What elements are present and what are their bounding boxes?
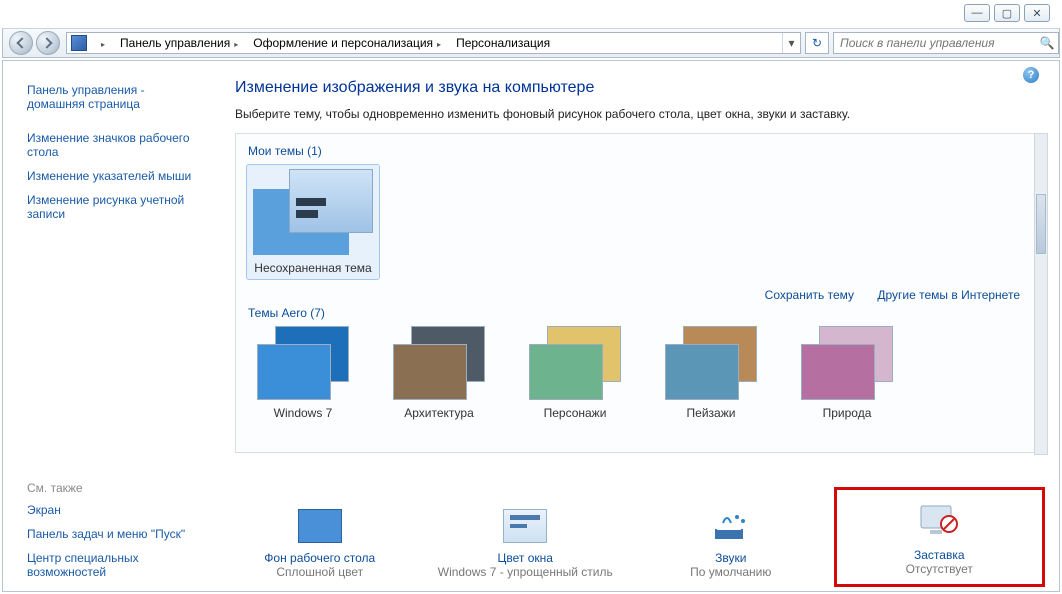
screensaver-button[interactable]: Заставка Отсутствует — [834, 487, 1046, 587]
theme-caption: Природа — [790, 406, 904, 420]
theme-caption: Персонажи — [518, 406, 632, 420]
maximize-button[interactable]: ▢ — [994, 4, 1020, 22]
toolbar: ▸ Панель управления▸ Оформление и персон… — [2, 28, 1060, 58]
sounds-icon — [709, 509, 753, 543]
breadcrumb[interactable]: Панель управления▸ — [114, 36, 247, 50]
help-icon[interactable]: ? — [1023, 67, 1039, 83]
search-box[interactable]: 🔍 — [833, 32, 1059, 54]
sidebar-link[interactable]: Изменение рисунка учетной записи — [27, 193, 197, 221]
page-title: Изменение изображения и звука на компьют… — [235, 79, 1049, 97]
window-color-icon — [503, 509, 547, 543]
theme-preview — [393, 326, 485, 400]
theme-item[interactable]: Архитектура — [382, 326, 496, 420]
theme-item[interactable]: Пейзажи — [654, 326, 768, 420]
theme-caption: Пейзажи — [654, 406, 768, 420]
theme-item[interactable]: Windows 7 — [246, 326, 360, 420]
see-also-label: См. также — [27, 481, 197, 495]
themes-panel: Мои темы (1) Несохраненная тема Сохранит… — [235, 133, 1035, 453]
desktop-background-button[interactable]: Фон рабочего стола Сплошной цвет — [217, 487, 423, 587]
group-header-my-themes: Мои темы (1) — [248, 144, 1026, 158]
theme-item[interactable]: Природа — [790, 326, 904, 420]
search-input[interactable] — [834, 36, 1036, 50]
content-area: ? Изменение изображения и звука на компь… — [217, 61, 1059, 591]
breadcrumb[interactable]: ▸ — [91, 36, 114, 50]
theme-caption: Архитектура — [382, 406, 496, 420]
theme-preview — [253, 169, 373, 255]
bottom-settings-row: Фон рабочего стола Сплошной цвет Цвет ок… — [217, 487, 1045, 587]
desktop-background-icon — [298, 509, 342, 543]
theme-item-unsaved[interactable]: Несохраненная тема — [246, 164, 380, 280]
control-panel-icon — [71, 35, 87, 51]
address-dropdown[interactable]: ▾ — [782, 33, 800, 53]
breadcrumb[interactable]: Оформление и персонализация▸ — [247, 36, 450, 50]
see-also-link[interactable]: Экран — [27, 503, 197, 517]
refresh-icon: ↻ — [812, 36, 822, 50]
online-themes-link[interactable]: Другие темы в Интернете — [877, 288, 1020, 302]
theme-caption: Несохраненная тема — [251, 261, 375, 275]
search-icon: 🔍 — [1036, 36, 1058, 50]
sidebar-link[interactable]: Изменение указателей мыши — [27, 169, 197, 183]
screensaver-icon — [917, 502, 961, 540]
minimize-button[interactable]: — — [964, 4, 990, 22]
nav-back-button[interactable] — [9, 31, 33, 55]
theme-preview — [665, 326, 757, 400]
nav-forward-button[interactable] — [36, 31, 60, 55]
scrollbar[interactable] — [1034, 133, 1048, 455]
close-button[interactable]: ✕ — [1024, 4, 1050, 22]
window-color-button[interactable]: Цвет окна Windows 7 - упрощенный стиль — [423, 487, 629, 587]
see-also-link[interactable]: Центр специальных возможностей — [27, 551, 197, 579]
scrollbar-thumb[interactable] — [1036, 194, 1046, 254]
sidebar-link[interactable]: Изменение значков рабочего стола — [27, 131, 197, 159]
sounds-button[interactable]: Звуки По умолчанию — [628, 487, 834, 587]
refresh-button[interactable]: ↻ — [805, 32, 829, 54]
theme-caption: Windows 7 — [246, 406, 360, 420]
address-bar[interactable]: ▸ Панель управления▸ Оформление и персон… — [66, 32, 801, 54]
group-header-aero: Темы Aero (7) — [248, 306, 1026, 320]
theme-item[interactable]: Персонажи — [518, 326, 632, 420]
save-theme-link[interactable]: Сохранить тему — [765, 288, 854, 302]
theme-preview — [801, 326, 893, 400]
page-subtitle: Выберите тему, чтобы одновременно измени… — [235, 107, 1049, 121]
sidebar: Панель управления - домашняя страница Из… — [3, 61, 217, 591]
control-panel-home-link[interactable]: Панель управления - домашняя страница — [27, 83, 197, 111]
breadcrumb[interactable]: Персонализация — [450, 36, 559, 50]
theme-preview — [257, 326, 349, 400]
see-also-link[interactable]: Панель задач и меню "Пуск" — [27, 527, 197, 541]
theme-preview — [529, 326, 621, 400]
